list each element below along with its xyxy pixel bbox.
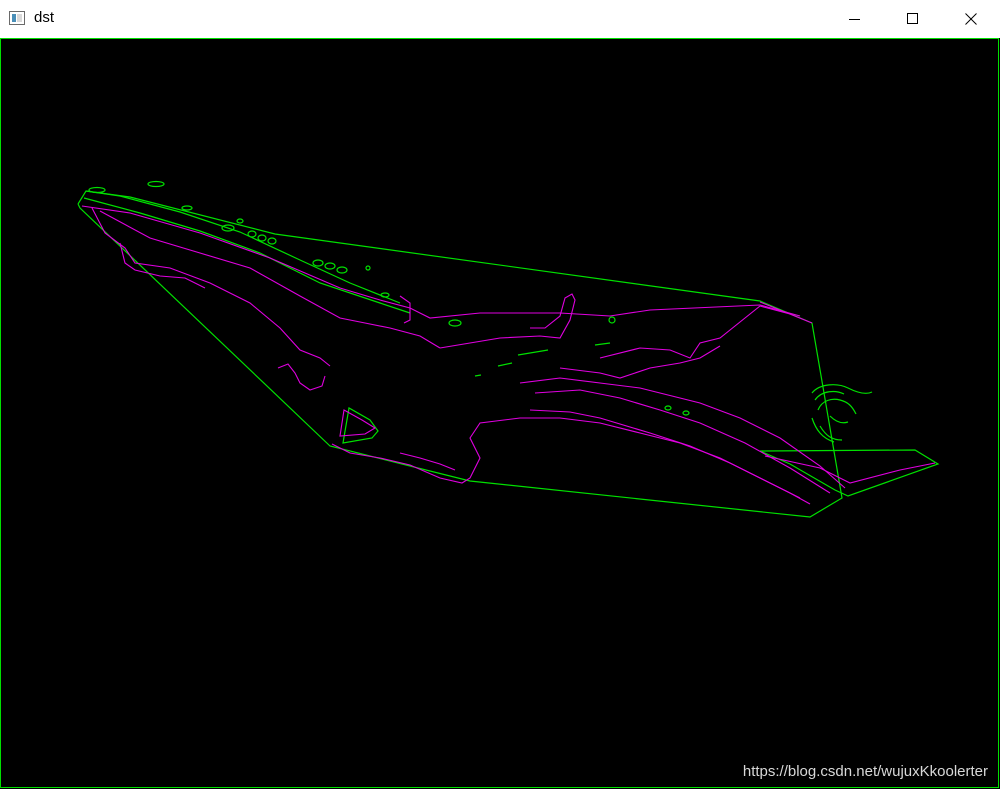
maximize-icon — [907, 13, 918, 24]
hull-triangle — [342, 407, 379, 444]
hull-tick — [474, 374, 482, 377]
contour-bottom — [399, 452, 456, 471]
minimize-button[interactable] — [832, 0, 878, 38]
hull-dot — [448, 319, 462, 327]
wing-hull — [759, 449, 940, 497]
window-title: dst — [34, 9, 55, 26]
hull-dot — [236, 218, 244, 224]
contour-upper-edge — [81, 205, 801, 319]
hull-dot — [365, 265, 371, 271]
image-canvas: https://blog.csdn.net/wujuxKkoolerter — [0, 38, 1000, 789]
inner-contour-group — [81, 205, 936, 505]
hull-dot — [181, 205, 193, 211]
hull-tick — [594, 342, 611, 346]
hull-dot — [380, 292, 390, 298]
hull-dot — [267, 237, 277, 245]
contour-wing-right — [764, 455, 936, 484]
hull-dot — [682, 410, 690, 416]
hull-logo — [811, 384, 873, 443]
hull-dot — [312, 259, 324, 267]
main-hull — [77, 190, 843, 518]
hull-tick — [497, 362, 513, 367]
contour-left-wing — [119, 242, 206, 289]
contour-fuselage-3 — [529, 409, 801, 499]
hull-dot — [88, 186, 106, 194]
hull-dot — [336, 266, 348, 274]
app-icon — [9, 11, 25, 25]
hull-dot — [247, 230, 257, 238]
close-icon — [965, 13, 977, 25]
contour-center-3 — [559, 345, 721, 379]
maximize-button[interactable] — [890, 0, 936, 38]
body-contour-lower — [83, 197, 411, 314]
hull-dot — [324, 262, 336, 270]
hull-dot — [608, 316, 616, 324]
contour-loop — [277, 363, 326, 391]
contour-drawing: https://blog.csdn.net/wujuxKkoolerter — [0, 38, 999, 788]
app-window: dst https://blog.csdn.net/wujuxKkoolerte… — [0, 0, 1000, 789]
contour-loop-2 — [399, 295, 411, 324]
watermark: https://blog.csdn.net/wujuxKkoolerter — [743, 763, 988, 780]
close-button[interactable] — [948, 0, 994, 38]
convex-hull-group — [77, 180, 940, 518]
canvas-border — [0, 38, 999, 788]
hull-dot — [147, 180, 165, 188]
hull-dot — [664, 405, 672, 411]
contour-inner-line — [99, 210, 441, 349]
title-bar[interactable]: dst — [0, 0, 1000, 38]
contour-left-body — [91, 207, 331, 367]
hull-dot — [257, 234, 267, 242]
hull-tick — [517, 349, 549, 356]
contour-edge-right — [759, 301, 813, 324]
minimize-icon — [849, 19, 860, 20]
